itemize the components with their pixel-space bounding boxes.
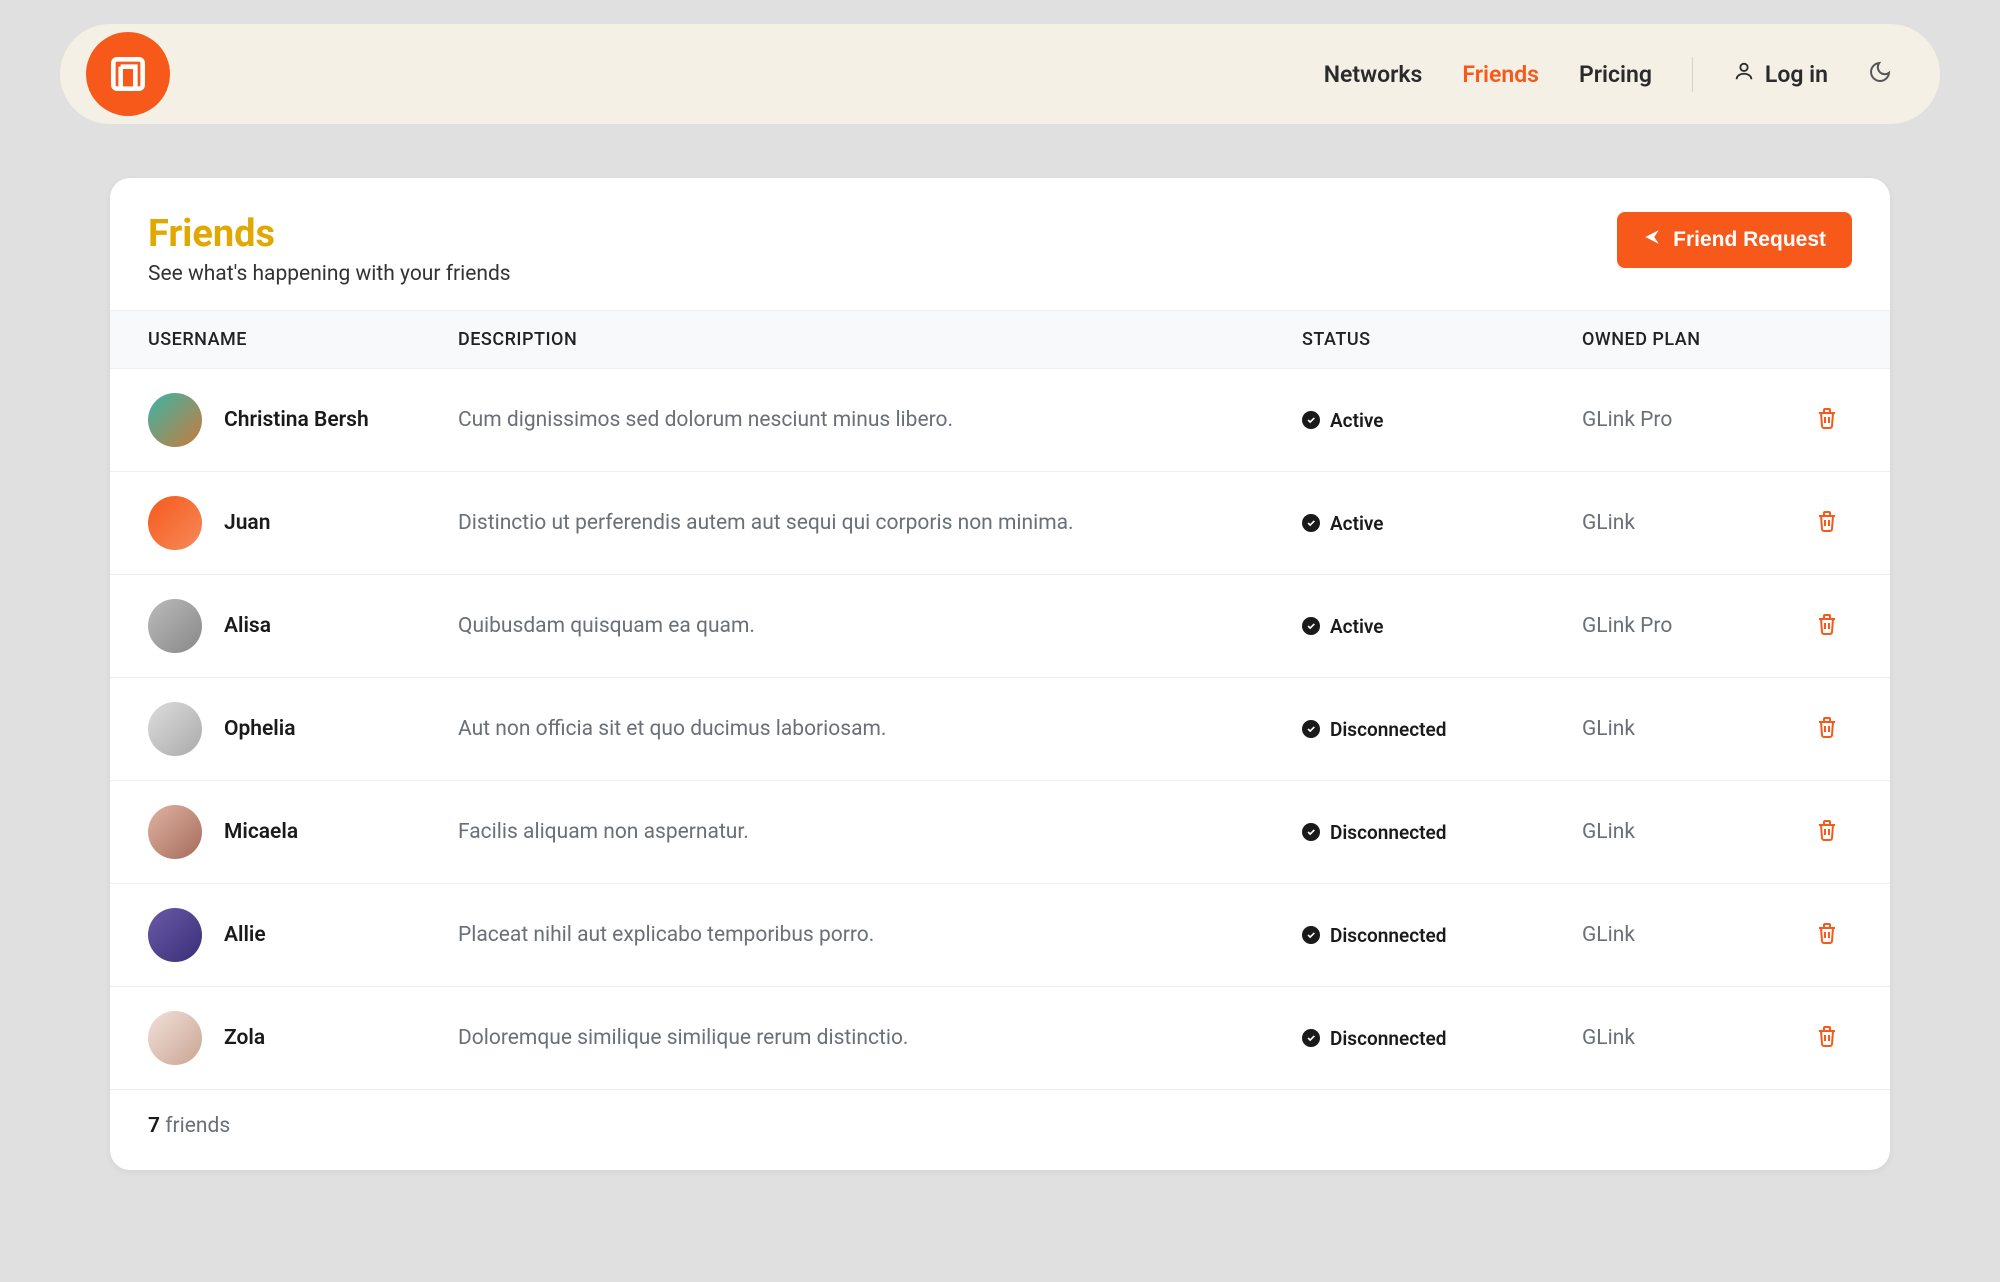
status-check-icon (1302, 411, 1320, 429)
table-row: Christina Bersh Cum dignissimos sed dolo… (110, 369, 1890, 472)
plan: GLink (1582, 1026, 1802, 1050)
username: Ophelia (224, 717, 296, 741)
status-check-icon (1302, 514, 1320, 532)
plan: GLink (1582, 717, 1802, 741)
nav-divider (1692, 57, 1693, 92)
footer-label: friends (165, 1114, 230, 1138)
status-check-icon (1302, 926, 1320, 944)
footer-count: 7 (148, 1114, 160, 1138)
status-check-icon (1302, 720, 1320, 738)
table-row: Ophelia Aut non officia sit et quo ducim… (110, 678, 1890, 781)
table-row: Juan Distinctio ut perferendis autem aut… (110, 472, 1890, 575)
status-text: Disconnected (1330, 924, 1446, 947)
description: Aut non officia sit et quo ducimus labor… (458, 717, 1302, 741)
login-button[interactable]: Log in (1733, 60, 1828, 88)
friend-request-button[interactable]: Friend Request (1617, 212, 1852, 268)
delete-button[interactable] (1815, 1024, 1839, 1052)
column-header-username: USERNAME (148, 329, 458, 350)
user-icon (1733, 60, 1755, 88)
table-row: Zola Doloremque similique similique reru… (110, 987, 1890, 1090)
plan: GLink (1582, 820, 1802, 844)
page-subtitle: See what's happening with your friends (148, 262, 511, 286)
plan: GLink Pro (1582, 408, 1802, 432)
table-row: Alisa Quibusdam quisquam ea quam. Active… (110, 575, 1890, 678)
description: Placeat nihil aut explicabo temporibus p… (458, 923, 1302, 947)
plan: GLink (1582, 511, 1802, 535)
description: Distinctio ut perferendis autem aut sequ… (458, 511, 1302, 535)
status-text: Disconnected (1330, 821, 1446, 844)
username: Zola (224, 1026, 265, 1050)
avatar (148, 599, 202, 653)
table-row: Micaela Facilis aliquam non aspernatur. … (110, 781, 1890, 884)
column-header-status: STATUS (1302, 329, 1582, 350)
status-text: Active (1330, 615, 1384, 638)
send-icon (1643, 228, 1661, 252)
username: Alisa (224, 614, 271, 638)
plan: GLink Pro (1582, 614, 1802, 638)
username: Christina Bersh (224, 408, 369, 432)
nav-link-pricing[interactable]: Pricing (1579, 61, 1652, 88)
plan: GLink (1582, 923, 1802, 947)
status-check-icon (1302, 823, 1320, 841)
avatar (148, 908, 202, 962)
status-text: Disconnected (1330, 1027, 1446, 1050)
table-footer: 7 friends (110, 1090, 1890, 1170)
avatar (148, 393, 202, 447)
status-text: Active (1330, 409, 1384, 432)
avatar (148, 1011, 202, 1065)
brand-logo[interactable] (86, 32, 170, 116)
nav-link-friends[interactable]: Friends (1462, 61, 1539, 88)
delete-button[interactable] (1815, 612, 1839, 640)
username: Allie (224, 923, 266, 947)
delete-button[interactable] (1815, 509, 1839, 537)
avatar (148, 805, 202, 859)
navbar: Networks Friends Pricing Log in (60, 24, 1940, 124)
delete-button[interactable] (1815, 406, 1839, 434)
status-text: Active (1330, 512, 1384, 535)
nav-link-networks[interactable]: Networks (1324, 61, 1423, 88)
avatar (148, 702, 202, 756)
description: Quibusdam quisquam ea quam. (458, 614, 1302, 638)
theme-toggle[interactable] (1868, 60, 1892, 88)
column-header-plan: OWNED PLAN (1582, 329, 1802, 350)
status-check-icon (1302, 1029, 1320, 1047)
username: Micaela (224, 820, 298, 844)
page-title: Friends (148, 212, 511, 256)
description: Doloremque similique similique rerum dis… (458, 1026, 1302, 1050)
status-text: Disconnected (1330, 718, 1446, 741)
avatar (148, 496, 202, 550)
description: Cum dignissimos sed dolorum nesciunt min… (458, 408, 1302, 432)
friends-card: Friends See what's happening with your f… (110, 178, 1890, 1170)
column-header-description: DESCRIPTION (458, 329, 1302, 350)
table-row: Allie Placeat nihil aut explicabo tempor… (110, 884, 1890, 987)
description: Facilis aliquam non aspernatur. (458, 820, 1302, 844)
delete-button[interactable] (1815, 921, 1839, 949)
friend-request-label: Friend Request (1673, 228, 1826, 252)
delete-button[interactable] (1815, 715, 1839, 743)
table-header-row: USERNAME DESCRIPTION STATUS OWNED PLAN (110, 310, 1890, 369)
delete-button[interactable] (1815, 818, 1839, 846)
username: Juan (224, 511, 270, 535)
login-label: Log in (1765, 61, 1828, 88)
status-check-icon (1302, 617, 1320, 635)
